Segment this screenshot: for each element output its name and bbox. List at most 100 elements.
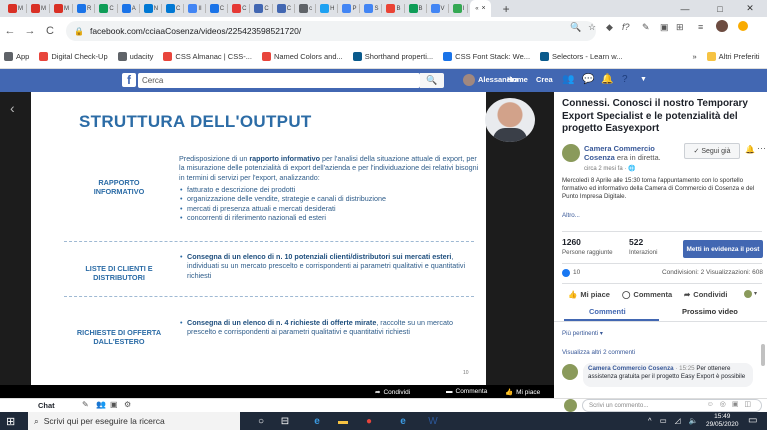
- bookmark-item[interactable]: Digital Check-Up: [39, 52, 108, 61]
- star-icon[interactable]: ☆: [588, 22, 596, 33]
- reload-icon[interactable]: C: [40, 25, 60, 37]
- browser-tab[interactable]: c: [297, 0, 318, 17]
- cortana-icon[interactable]: ○: [254, 414, 268, 428]
- show-more-comments-link[interactable]: Visualizza altri 2 commenti: [562, 349, 635, 356]
- browser-tab[interactable]: H: [318, 0, 340, 17]
- read-more-link[interactable]: Altro...: [562, 212, 580, 219]
- boost-post-button[interactable]: Metti in evidenza il post: [683, 240, 763, 258]
- browser-tab[interactable]: N: [142, 0, 164, 17]
- follow-button[interactable]: ✓ Segui già: [684, 143, 740, 159]
- browser-tab[interactable]: II: [186, 0, 207, 17]
- likes-count[interactable]: 10: [573, 269, 580, 276]
- browser-tab[interactable]: M: [6, 0, 29, 17]
- bookmark-item[interactable]: App: [4, 52, 29, 61]
- update-icon[interactable]: [738, 21, 748, 31]
- browser-tab[interactable]: C: [97, 0, 119, 17]
- home-link[interactable]: Home: [507, 75, 528, 84]
- windows-start-icon[interactable]: ⊞: [6, 415, 15, 428]
- other-bookmarks-folder[interactable]: Altri Preferiti: [706, 52, 760, 61]
- ie-icon[interactable]: e: [396, 414, 410, 428]
- active-browser-tab[interactable]: «×: [470, 0, 491, 17]
- browser-tab[interactable]: R: [75, 0, 97, 17]
- video-like-button[interactable]: 👍 Mi piace: [505, 388, 540, 397]
- browser-tab[interactable]: M: [52, 0, 75, 17]
- previous-arrow-icon[interactable]: ‹: [10, 100, 15, 116]
- screenshot-extension-icon[interactable]: ▣: [660, 22, 669, 33]
- browser-tab[interactable]: C: [275, 0, 297, 17]
- file-explorer-icon[interactable]: ▬: [336, 414, 350, 428]
- close-window-button[interactable]: ✕: [730, 0, 767, 17]
- bell-icon[interactable]: 🔔: [745, 145, 755, 154]
- bookmarks-overflow-icon[interactable]: »: [693, 52, 697, 61]
- video-share-button[interactable]: ➦ Condividi: [375, 388, 410, 397]
- page-avatar[interactable]: [562, 144, 580, 162]
- new-tab-button[interactable]: +: [503, 2, 510, 16]
- bookmark-item[interactable]: Named Colors and...: [261, 52, 343, 61]
- forward-icon[interactable]: →: [20, 25, 40, 37]
- browser-tab[interactable]: M: [29, 0, 52, 17]
- commenter-avatar[interactable]: [562, 364, 578, 380]
- close-tab-icon[interactable]: ×: [482, 5, 486, 12]
- notification-center-icon[interactable]: ▭: [748, 415, 757, 426]
- formula-extension-icon[interactable]: f?: [622, 22, 630, 32]
- browser-tab[interactable]: A: [120, 0, 142, 17]
- tab-comments[interactable]: Commenti: [589, 307, 626, 316]
- help-icon[interactable]: ?: [622, 74, 628, 85]
- group-icon[interactable]: 👥: [96, 400, 106, 409]
- new-message-icon[interactable]: ✎: [82, 400, 89, 409]
- minimize-button[interactable]: —: [665, 0, 705, 17]
- share-as-avatar[interactable]: [744, 290, 752, 298]
- browser-tab[interactable]: C: [208, 0, 230, 17]
- video-comment-button[interactable]: ▬ Commenta: [446, 388, 487, 395]
- facebook-logo[interactable]: f: [122, 73, 136, 87]
- user-avatar[interactable]: [463, 74, 475, 86]
- bookmark-item[interactable]: Shorthand properti...: [352, 52, 433, 61]
- panel-scrollbar[interactable]: [761, 344, 765, 366]
- comment-attachment-icons[interactable]: ☺ ◎ ▣ ◫: [707, 400, 753, 408]
- puzzle-icon[interactable]: ⊞: [676, 22, 684, 33]
- task-view-icon[interactable]: ⊟: [278, 414, 292, 428]
- tab-next-video[interactable]: Prossimo video: [682, 307, 738, 316]
- share-button[interactable]: ➦ Condividi: [684, 290, 727, 299]
- like-button[interactable]: 👍 Mi piace: [568, 290, 610, 299]
- word-icon[interactable]: W: [426, 414, 440, 428]
- browser-tab[interactable]: C: [164, 0, 186, 17]
- url-bar[interactable]: 🔒 facebook.com/cciaaCosenza/videos/22542…: [66, 21, 596, 41]
- reading-list-icon[interactable]: ≡: [698, 22, 703, 32]
- system-tray[interactable]: ^ ▭ ◿ 🔈: [648, 416, 701, 425]
- browser-tab[interactable]: P: [340, 0, 362, 17]
- chevron-down-icon[interactable]: ▾: [754, 290, 757, 297]
- profile-avatar[interactable]: [716, 20, 728, 32]
- settings-icon[interactable]: ⚙: [124, 400, 131, 409]
- browser-tab[interactable]: B: [384, 0, 406, 17]
- bookmark-item[interactable]: CSS Font Stack: We...: [443, 52, 530, 61]
- post-timestamp[interactable]: circa 2 mesi fa · 🌐: [584, 165, 636, 172]
- bookmark-item[interactable]: CSS Almanac | CSS-...: [163, 52, 252, 61]
- video-call-icon[interactable]: ▣: [110, 400, 118, 409]
- messenger-icon[interactable]: 💬: [582, 74, 594, 85]
- write-comment-input[interactable]: Scrivi un commento... ☺ ◎ ▣ ◫: [582, 399, 762, 412]
- search-icon[interactable]: 🔍: [420, 73, 444, 88]
- pen-extension-icon[interactable]: ✎: [642, 22, 650, 33]
- more-options-icon[interactable]: ···: [757, 143, 766, 153]
- comment-sort-dropdown[interactable]: Più pertinenti ▾: [562, 330, 603, 337]
- notifications-icon[interactable]: 🔔: [601, 74, 613, 85]
- browser-tab[interactable]: V: [429, 0, 451, 17]
- chat-label[interactable]: Chat: [38, 401, 55, 410]
- bookmark-item[interactable]: udacity: [117, 52, 153, 61]
- browser-tab[interactable]: I: [451, 0, 471, 17]
- clock[interactable]: 15:49 29/05/2020: [706, 413, 739, 430]
- comment-author[interactable]: Camera Commercio Cosenza: [588, 365, 674, 372]
- account-menu-icon[interactable]: ▼: [640, 76, 647, 83]
- browser-tab[interactable]: C: [252, 0, 274, 17]
- edge-icon[interactable]: e: [310, 414, 324, 428]
- bookmark-item[interactable]: Selectors - Learn w...: [540, 52, 623, 61]
- comment-button[interactable]: ◯ Commenta: [622, 290, 672, 299]
- facebook-search-input[interactable]: Cerca: [138, 73, 420, 88]
- extension-icon[interactable]: ◆: [606, 22, 613, 33]
- friends-icon[interactable]: 👥: [562, 74, 574, 85]
- create-link[interactable]: Crea: [536, 75, 553, 84]
- chrome-icon[interactable]: ●: [362, 414, 376, 428]
- page-name-link[interactable]: Camera Commercio Cosenza era in diretta.: [584, 144, 684, 162]
- browser-tab[interactable]: C: [230, 0, 252, 17]
